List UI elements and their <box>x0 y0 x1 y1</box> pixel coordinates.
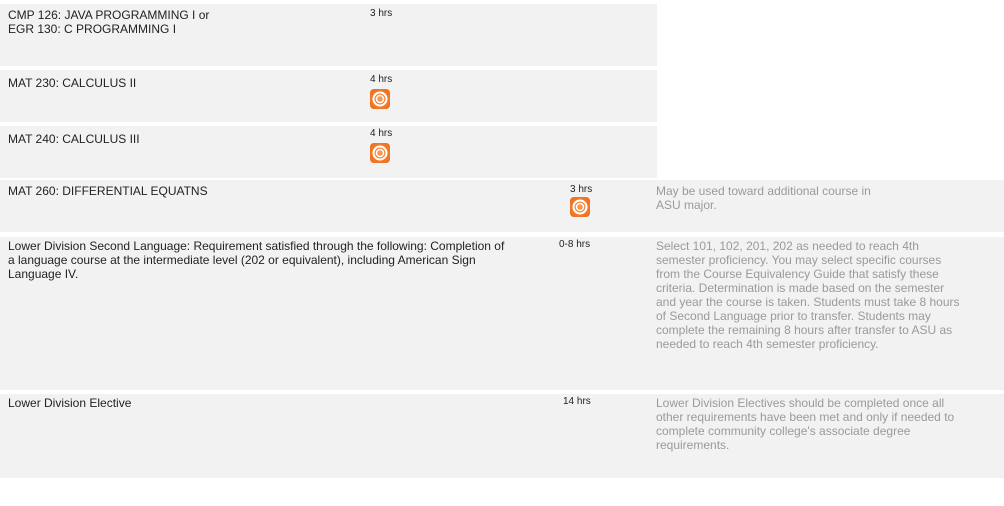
course-note: Select 101, 102, 201, 202 as needed to r… <box>656 239 960 351</box>
course-hours: 0-8 hrs <box>559 239 591 250</box>
course-hours: 4 hrs <box>370 74 393 85</box>
course-row: MAT 230: CALCULUS II 4 hrs <box>0 70 657 122</box>
course-note: May be used toward additional course in … <box>656 184 871 212</box>
course-row: MAT 240: CALCULUS III 4 hrs <box>0 126 657 178</box>
course-title: MAT 240: CALCULUS III <box>8 132 140 146</box>
course-title: Lower Division Second Language: Requirem… <box>8 239 505 281</box>
course-hours: 4 hrs <box>370 128 393 139</box>
course-hours: 3 hrs <box>570 184 593 195</box>
course-row: Lower Division Second Language: Requirem… <box>0 237 1004 390</box>
course-title: MAT 260: DIFFERENTIAL EQUATNS <box>8 184 208 198</box>
orange-ring-icon[interactable] <box>370 89 390 109</box>
course-row: CMP 126: JAVA PROGRAMMING I or EGR 130: … <box>0 4 657 66</box>
orange-ring-icon[interactable] <box>570 197 590 217</box>
course-hours: 14 hrs <box>563 396 591 407</box>
course-title: Lower Division Elective <box>8 396 132 410</box>
course-hours: 3 hrs <box>370 8 393 19</box>
orange-ring-icon[interactable] <box>370 143 390 163</box>
course-row: Lower Division Elective 14 hrs Lower Div… <box>0 394 1004 478</box>
course-row: MAT 260: DIFFERENTIAL EQUATNS 3 hrs May … <box>0 180 1004 232</box>
course-title: CMP 126: JAVA PROGRAMMING I or EGR 130: … <box>8 8 210 36</box>
course-note: Lower Division Electives should be compl… <box>656 396 955 452</box>
course-title: MAT 230: CALCULUS II <box>8 76 137 90</box>
